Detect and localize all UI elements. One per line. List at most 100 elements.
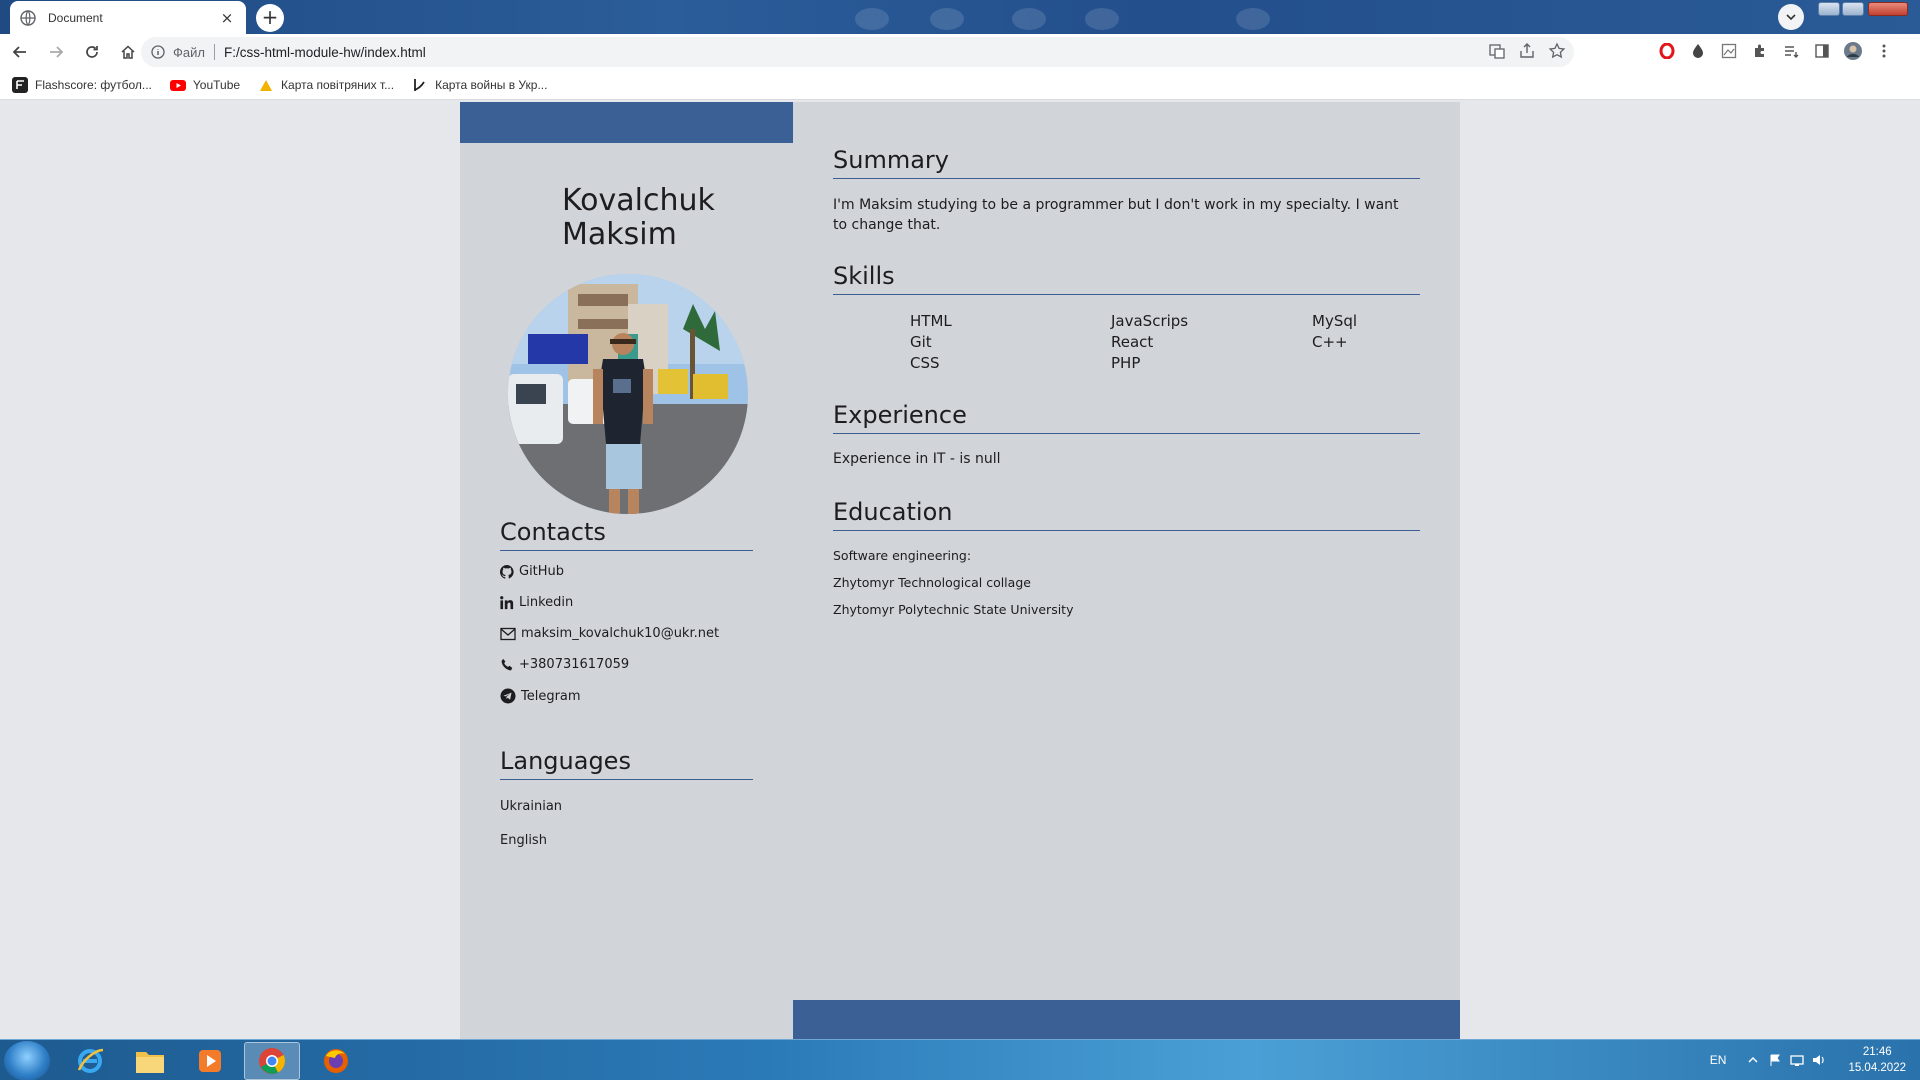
url-scheme: Файл xyxy=(173,44,205,60)
new-tab-button[interactable]: + xyxy=(256,4,284,32)
background-icon xyxy=(930,8,964,30)
github-icon xyxy=(500,564,514,579)
languages-heading: Languages xyxy=(500,747,631,775)
skill-item: C++ xyxy=(1312,333,1348,351)
clock[interactable]: 21:46 15.04.2022 xyxy=(1848,1044,1906,1076)
education-rule xyxy=(833,530,1420,531)
resume-card: Kovalchuk Maksim Contacts GitHub Linkedi… xyxy=(460,102,1460,1039)
bookmark-youtube[interactable]: YouTube xyxy=(169,77,241,93)
browser-toolbar: Файл F:/css-html-module-hw/index.html xyxy=(0,34,1920,70)
background-icon xyxy=(855,8,889,30)
languages-rule xyxy=(500,779,753,780)
alert-map-icon xyxy=(260,79,273,91)
tab-search-button[interactable] xyxy=(1778,4,1804,30)
reload-button[interactable] xyxy=(76,36,108,68)
bookmarks-bar: Flashscore: футбол... YouTube Карта пові… xyxy=(0,70,1920,100)
background-icon xyxy=(1085,8,1119,30)
contacts-heading: Contacts xyxy=(500,518,606,546)
flashscore-icon xyxy=(12,76,28,93)
youtube-icon xyxy=(169,79,186,91)
experience-heading: Experience xyxy=(833,401,967,429)
contact-label: GitHub xyxy=(519,564,565,579)
action-center-flag-icon[interactable] xyxy=(1768,1053,1782,1067)
drop-extension-icon[interactable] xyxy=(1687,40,1709,62)
contact-label: Linkedin xyxy=(519,595,574,610)
translate-icon[interactable] xyxy=(1488,42,1506,60)
system-tray: EN 21:46 15.04.2022 xyxy=(1710,1044,1906,1076)
contact-phone[interactable]: +380731617059 xyxy=(500,657,629,672)
home-icon xyxy=(121,45,135,59)
url-text[interactable]: F:/css-html-module-hw/index.html xyxy=(224,45,426,60)
bookmark-war-map[interactable]: Карта войны в Укр... xyxy=(412,77,547,93)
chrome-taskbar-button[interactable] xyxy=(244,1042,300,1080)
telegram-icon xyxy=(500,688,516,704)
menu-kebab-icon[interactable] xyxy=(1873,40,1895,62)
internet-explorer-taskbar-button[interactable] xyxy=(62,1042,118,1080)
contact-telegram[interactable]: Telegram xyxy=(500,688,581,704)
side-panel-icon[interactable] xyxy=(1811,40,1833,62)
arrow-right-icon xyxy=(50,46,64,58)
background-icon xyxy=(1236,8,1270,30)
first-name: Kovalchuk xyxy=(562,183,715,218)
language-item: English xyxy=(500,833,547,848)
language-item: Ukrainian xyxy=(500,799,563,814)
minimize-button[interactable] xyxy=(1818,2,1840,16)
explorer-taskbar-button[interactable] xyxy=(122,1042,178,1080)
globe-icon xyxy=(20,9,36,26)
tray-expand-icon[interactable] xyxy=(1746,1053,1760,1067)
media-player-taskbar-button[interactable] xyxy=(182,1042,238,1080)
bookmark-label: YouTube xyxy=(192,77,241,92)
image-extension-icon[interactable] xyxy=(1718,40,1740,62)
profile-avatar[interactable] xyxy=(1842,40,1864,62)
share-icon[interactable] xyxy=(1518,42,1536,60)
info-icon[interactable] xyxy=(151,45,165,59)
education-item: Zhytomyr Polytechnic State University xyxy=(833,602,1074,617)
skill-item: HTML xyxy=(910,312,952,330)
contact-github[interactable]: GitHub xyxy=(500,564,564,579)
star-icon[interactable] xyxy=(1548,42,1566,60)
volume-icon[interactable] xyxy=(1812,1053,1826,1067)
puzzle-extensions-icon[interactable] xyxy=(1749,40,1771,62)
bookmark-air-raid-map[interactable]: Карта повітряних т... xyxy=(258,77,394,93)
folder-icon xyxy=(136,1052,164,1073)
opera-extension-icon[interactable] xyxy=(1656,40,1678,62)
bookmark-label: Flashscore: футбол... xyxy=(35,77,152,92)
bookmark-flashscore[interactable]: Flashscore: футбол... xyxy=(12,76,152,93)
background-icon xyxy=(1012,8,1046,30)
extensions-row xyxy=(1656,40,1895,62)
tab-strip: Document × + xyxy=(0,0,1920,34)
skill-item: MySql xyxy=(1312,312,1358,330)
skills-rule xyxy=(833,294,1420,295)
firefox-taskbar-button[interactable] xyxy=(308,1042,364,1080)
windows-taskbar: EN 21:46 15.04.2022 xyxy=(0,1039,1920,1080)
input-language[interactable]: EN xyxy=(1710,1053,1727,1067)
network-icon[interactable] xyxy=(1790,1053,1805,1067)
tab-close-button[interactable]: × xyxy=(218,9,236,27)
back-button[interactable] xyxy=(4,36,36,68)
address-bar[interactable]: Файл F:/css-html-module-hw/index.html xyxy=(141,37,1574,67)
mail-icon xyxy=(500,627,516,640)
profile-photo xyxy=(508,274,748,514)
reload-icon xyxy=(86,46,98,58)
arrow-left-icon xyxy=(12,46,26,58)
tab-document[interactable]: Document × xyxy=(10,1,246,34)
summary-rule xyxy=(833,178,1420,179)
chevron-down-icon xyxy=(1786,14,1796,21)
forward-button[interactable] xyxy=(40,36,72,68)
education-item: Software engineering: xyxy=(833,548,972,563)
education-item: Zhytomyr Technological collage xyxy=(833,575,1031,590)
close-window-button[interactable] xyxy=(1868,2,1908,16)
media-player-icon xyxy=(199,1050,221,1072)
reading-list-icon[interactable] xyxy=(1780,40,1802,62)
contact-linkedin[interactable]: Linkedin xyxy=(500,595,573,610)
skills-heading: Skills xyxy=(833,262,895,290)
chrome-icon xyxy=(259,1048,285,1074)
skill-item: Git xyxy=(910,333,932,351)
bookmark-label: Карта повітряних т... xyxy=(281,77,395,92)
contact-email[interactable]: maksim_kovalchuk10@ukr.net xyxy=(500,626,719,641)
home-button[interactable] xyxy=(112,36,144,68)
skill-item: React xyxy=(1111,333,1154,351)
maximize-button[interactable] xyxy=(1842,2,1864,16)
bookmark-label: Карта войны в Укр... xyxy=(435,77,548,92)
start-button[interactable] xyxy=(4,1041,50,1080)
